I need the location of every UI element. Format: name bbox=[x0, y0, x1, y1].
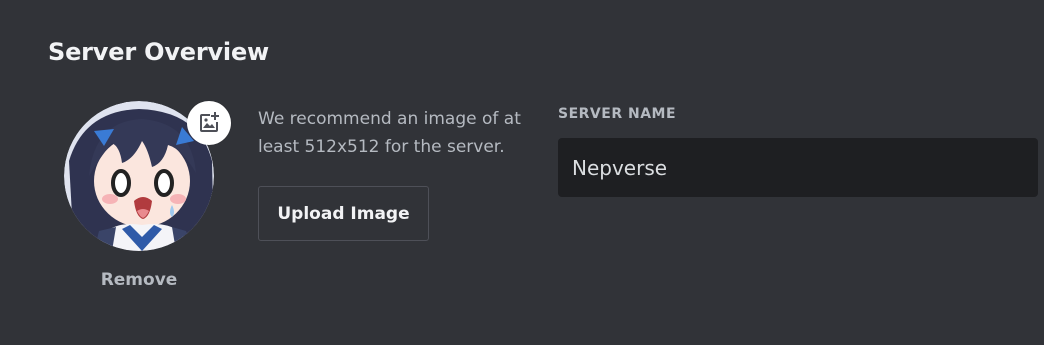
server-name-input[interactable] bbox=[558, 138, 1038, 197]
server-overview-page: Server Overview Remove We recommend an i… bbox=[0, 0, 1044, 345]
server-icon-uploader bbox=[64, 101, 231, 251]
image-plus-icon bbox=[200, 112, 219, 132]
upload-image-button[interactable]: Upload Image bbox=[258, 186, 429, 241]
server-name-label: SERVER NAME bbox=[558, 106, 677, 122]
page-title: Server Overview bbox=[48, 38, 269, 66]
icon-recommendation-text: We recommend an image of at least 512x51… bbox=[258, 109, 521, 157]
upload-image-badge[interactable] bbox=[187, 101, 231, 145]
remove-icon-link[interactable]: Remove bbox=[64, 270, 214, 290]
